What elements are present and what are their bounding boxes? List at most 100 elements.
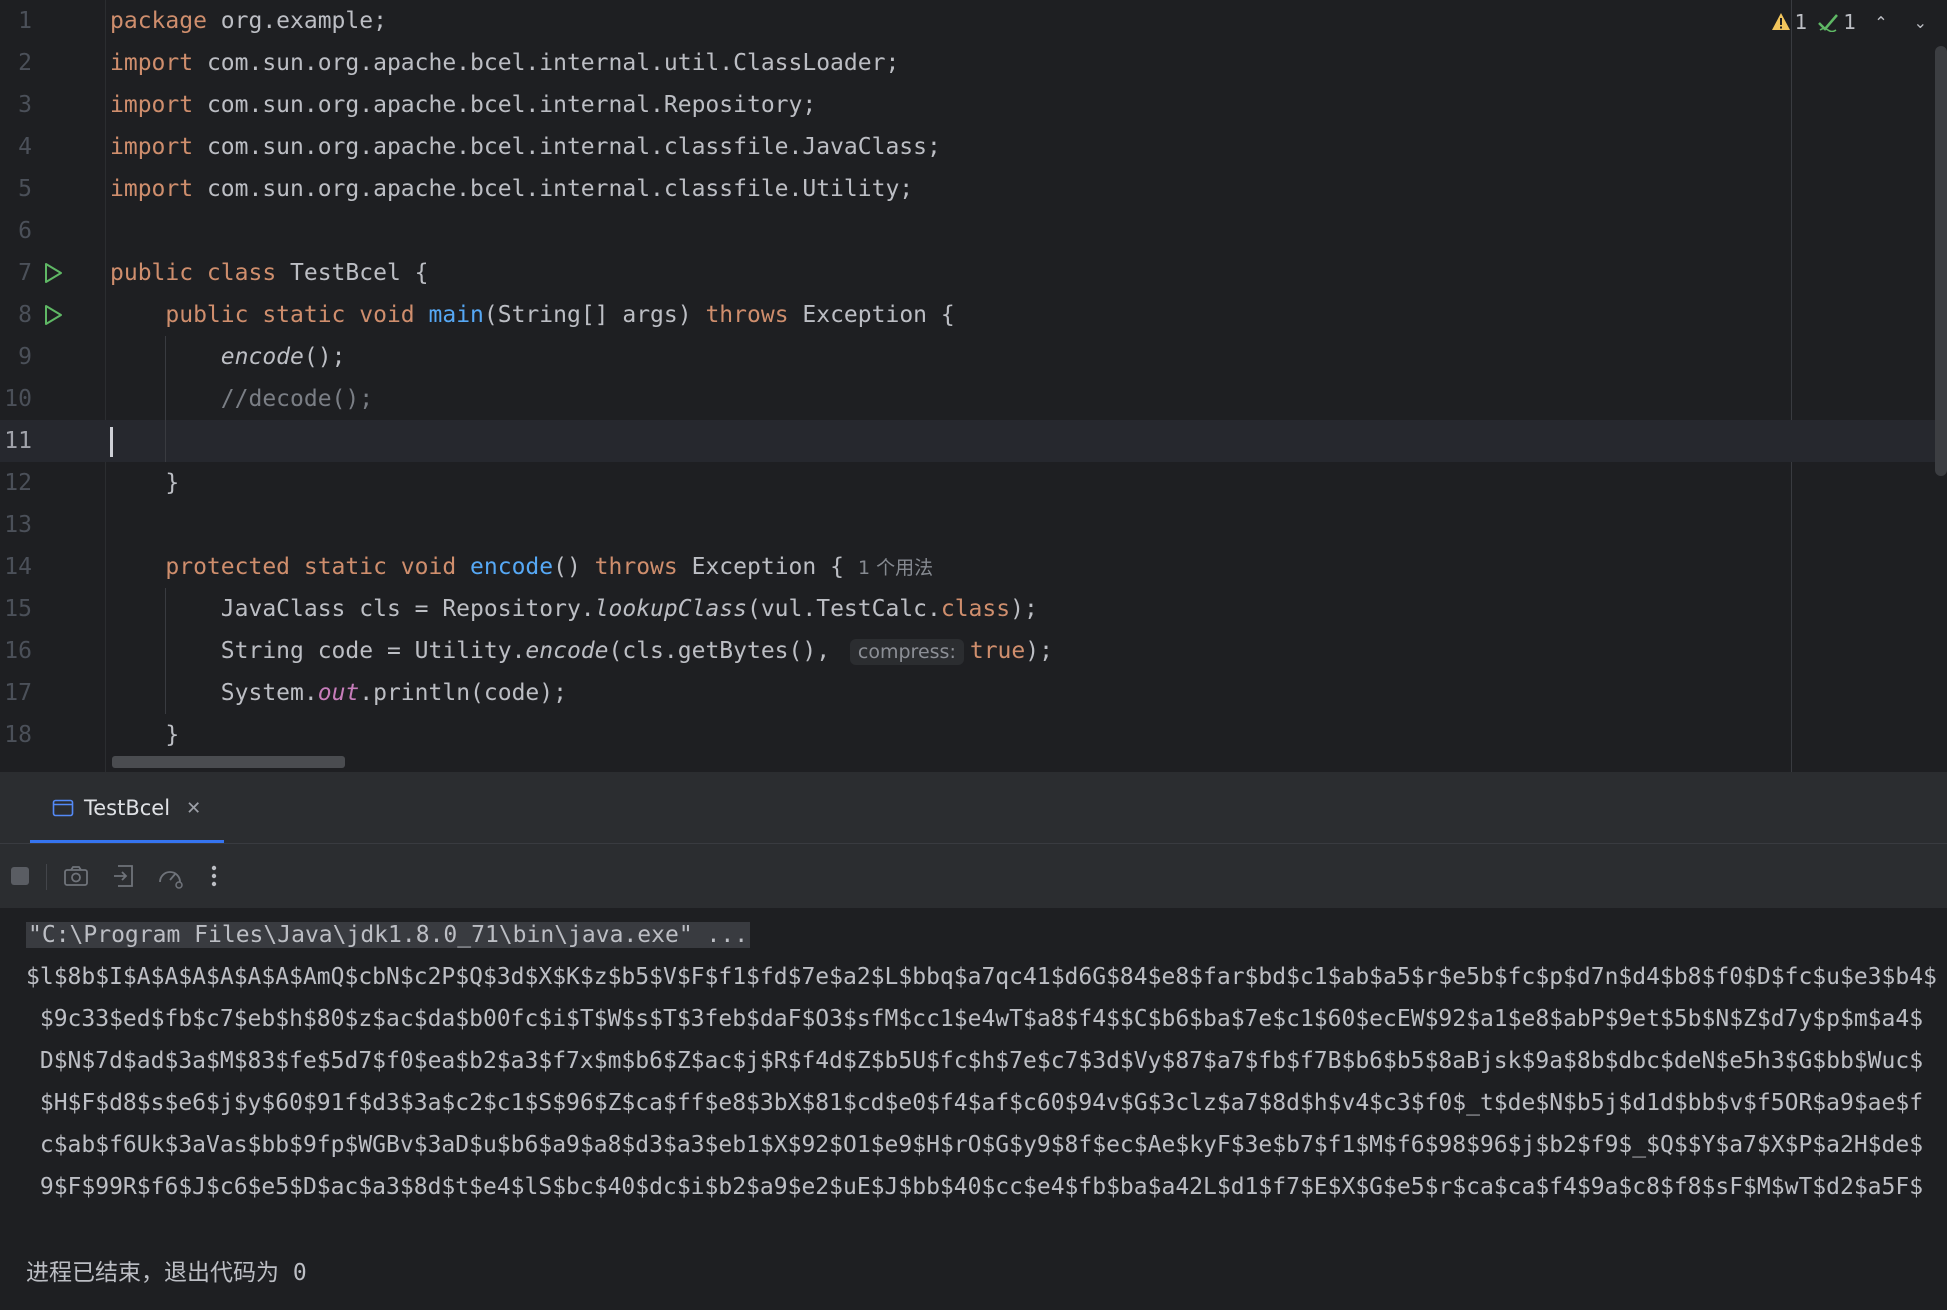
code-token: ); bbox=[1010, 596, 1038, 622]
code-line[interactable]: 1 package org.example; bbox=[0, 0, 1947, 42]
code-line[interactable]: 12 } bbox=[0, 462, 1947, 504]
close-icon[interactable]: ✕ bbox=[186, 798, 201, 819]
line-number[interactable]: 17 bbox=[0, 672, 32, 714]
process-exit-message: 进程已结束，退出代码为 0 bbox=[26, 1260, 307, 1286]
code-token: throws bbox=[594, 554, 692, 580]
restore-layout-icon[interactable] bbox=[110, 862, 138, 890]
code-token: JavaClass cls = Repository. bbox=[110, 596, 595, 622]
console-line: $9c33$ed$fb$c7$eb$h$80$z$ac$da$b00fc$i$T… bbox=[26, 1006, 1924, 1032]
run-icon[interactable] bbox=[42, 262, 64, 284]
line-number[interactable]: 16 bbox=[0, 630, 32, 672]
more-options-icon[interactable] bbox=[200, 862, 228, 890]
code-token: true bbox=[969, 638, 1026, 664]
tab-testbcel[interactable]: TestBcel ✕ bbox=[30, 773, 224, 843]
code-token: lookupClass bbox=[594, 596, 747, 622]
code-line[interactable]: 16 String code = Utility.encode(cls.getB… bbox=[0, 630, 1947, 672]
code-line[interactable]: 13 bbox=[0, 504, 1947, 546]
inspection-widget[interactable]: 1 1 ⌃ ⌄ bbox=[1771, 8, 1935, 36]
horizontal-scrollbar[interactable] bbox=[112, 756, 345, 768]
console-line: c$ab$f6Uk$3aVas$bb$9fp$WGBv$3aD$u$b6$a9$… bbox=[26, 1132, 1924, 1158]
code-text: import com.sun.org.apache.bcel.internal.… bbox=[110, 42, 899, 84]
line-number[interactable]: 1 bbox=[0, 0, 32, 42]
code-token: () bbox=[553, 554, 595, 580]
code-token: class bbox=[940, 596, 1011, 622]
java-command: "C:\Program Files\Java\jdk1.8.0_71\bin\j… bbox=[26, 922, 751, 948]
code-token: encode bbox=[525, 638, 609, 664]
code-token: Exception { bbox=[691, 554, 844, 580]
code-line[interactable]: 3 import com.sun.org.apache.bcel.internal… bbox=[0, 84, 1947, 126]
line-number[interactable]: 9 bbox=[0, 336, 32, 378]
console-command-line: "C:\Program Files\Java\jdk1.8.0_71\bin\j… bbox=[26, 915, 751, 955]
code-text: protected static void encode() throws Ex… bbox=[110, 546, 933, 589]
code-text: //decode(); bbox=[110, 378, 373, 420]
code-line[interactable]: 14 protected static void encode() throws… bbox=[0, 546, 1947, 588]
code-line[interactable]: 8 public static void main(String[] args)… bbox=[0, 294, 1947, 336]
indent-guide bbox=[165, 336, 166, 462]
code-line[interactable]: 18 } bbox=[0, 714, 1947, 756]
profiler-icon[interactable] bbox=[156, 862, 184, 890]
code-token: com.sun.org.apache.bcel.internal.util.Cl… bbox=[206, 50, 900, 76]
line-number[interactable]: 4 bbox=[0, 126, 32, 168]
code-editor[interactable]: 1 package org.example; 2 import com.sun.org… bbox=[0, 0, 1947, 772]
code-line[interactable]: 7 public class TestBcel { bbox=[0, 252, 1947, 294]
line-number[interactable]: 3 bbox=[0, 84, 32, 126]
code-token: ); bbox=[1025, 638, 1053, 664]
code-line[interactable]: 5 import com.sun.org.apache.bcel.internal… bbox=[0, 168, 1947, 210]
code-token: } bbox=[110, 470, 180, 496]
code-text: package org.example; bbox=[110, 0, 387, 42]
run-icon[interactable] bbox=[42, 304, 64, 326]
line-number[interactable]: 6 bbox=[0, 210, 32, 252]
text-caret bbox=[110, 426, 113, 457]
code-line[interactable]: 6 bbox=[0, 210, 1947, 252]
code-token: throws bbox=[705, 302, 803, 328]
line-number[interactable]: 14 bbox=[0, 546, 32, 588]
code-line[interactable]: 10 //decode(); bbox=[0, 378, 1947, 420]
stop-icon[interactable] bbox=[6, 862, 34, 890]
code-token: com.sun.org.apache.bcel.internal.classfi… bbox=[206, 134, 941, 160]
code-text: encode(); bbox=[110, 336, 346, 378]
line-number[interactable]: 18 bbox=[0, 714, 32, 756]
line-number[interactable]: 7 bbox=[0, 252, 32, 294]
code-line[interactable]: 9 encode(); bbox=[0, 336, 1947, 378]
warnings-indicator[interactable]: 1 bbox=[1771, 10, 1808, 34]
code-line[interactable]: 2 import com.sun.org.apache.bcel.internal… bbox=[0, 42, 1947, 84]
line-number[interactable]: 15 bbox=[0, 588, 32, 630]
console-output[interactable]: "C:\Program Files\Java\jdk1.8.0_71\bin\j… bbox=[0, 907, 1947, 1310]
code-token: out bbox=[317, 680, 360, 706]
code-token: main bbox=[428, 302, 484, 328]
code-token: package bbox=[110, 8, 221, 34]
usages-hint[interactable]: 1 个用法 bbox=[858, 557, 933, 579]
console-line: D$N$7d$ad$3a$M$83$fe$5d7$f0$ea$b2$a3$f7x… bbox=[26, 1048, 1924, 1074]
line-number[interactable]: 5 bbox=[0, 168, 32, 210]
typos-indicator[interactable]: 1 bbox=[1817, 10, 1856, 34]
code-token: (); bbox=[303, 344, 346, 370]
code-text: import com.sun.org.apache.bcel.internal.… bbox=[110, 168, 913, 210]
run-tool-window: TestBcel ✕ "C:\Program Files\Java\jdk1.8… bbox=[0, 772, 1947, 1310]
code-line[interactable]: 15 JavaClass cls = Repository.lookupClas… bbox=[0, 588, 1947, 630]
code-token: System. bbox=[110, 680, 318, 706]
code-line[interactable]: 17 System.out.println(code); bbox=[0, 672, 1947, 714]
code-text: } bbox=[110, 714, 179, 756]
line-number[interactable]: 8 bbox=[0, 294, 32, 336]
code-token: (cls.getBytes(), bbox=[608, 638, 844, 664]
code-line[interactable]: 11 bbox=[0, 420, 1947, 462]
chevron-up-icon[interactable]: ⌃ bbox=[1866, 13, 1895, 32]
line-number[interactable]: 2 bbox=[0, 42, 32, 84]
vertical-scrollbar[interactable] bbox=[1935, 46, 1947, 476]
line-number[interactable]: 10 bbox=[0, 378, 32, 420]
code-token: import bbox=[110, 134, 207, 160]
warnings-count: 1 bbox=[1794, 10, 1808, 34]
line-number[interactable]: 13 bbox=[0, 504, 32, 546]
code-text bbox=[110, 420, 113, 462]
code-text: JavaClass cls = Repository.lookupClass(v… bbox=[110, 588, 1038, 630]
code-token: Exception { bbox=[802, 302, 955, 328]
code-token: public class bbox=[110, 260, 291, 286]
console-icon bbox=[52, 799, 74, 817]
line-number[interactable]: 11 bbox=[0, 420, 32, 462]
code-text: String code = Utility.encode(cls.getByte… bbox=[110, 630, 1053, 673]
chevron-down-icon[interactable]: ⌄ bbox=[1906, 13, 1935, 32]
line-number[interactable]: 12 bbox=[0, 462, 32, 504]
code-line[interactable]: 4 import com.sun.org.apache.bcel.internal… bbox=[0, 126, 1947, 168]
code-text: } bbox=[110, 462, 179, 504]
camera-icon[interactable] bbox=[62, 862, 90, 890]
